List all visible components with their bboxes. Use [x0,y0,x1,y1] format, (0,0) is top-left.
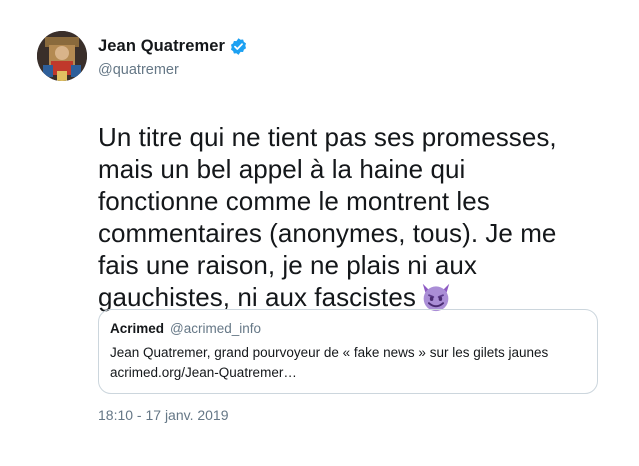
quoted-link[interactable]: acrimed.org/Jean-Quatremer… [110,363,587,383]
tweet-card: Jean Quatremer @quatremer Un titre qui n… [0,0,639,466]
tweet-timestamp[interactable]: 18:10 - 17 janv. 2019 [98,407,229,423]
verified-badge-icon [229,37,248,56]
quoted-tweet[interactable]: Acrimed @acrimed_info Jean Quatremer, gr… [98,309,598,394]
tweet-text-line: commentaires (anonymes, tous). Je me [98,218,557,248]
quoted-author-handle: @acrimed_info [170,321,262,336]
author-avatar[interactable] [37,31,87,81]
quoted-tweet-text: Jean Quatremer, grand pourvoyeur de « fa… [110,343,587,383]
tweet-header: Jean Quatremer @quatremer [37,30,599,82]
tweet-text-line: Un titre qui ne tient pas ses promesses, [98,122,557,152]
tweet-text: Un titre qui ne tient pas ses promesses,… [98,121,598,319]
quoted-author-name: Acrimed [110,321,165,336]
tweet-text-line-content: gauchistes, ni aux fascistes [98,282,416,312]
avatar-image [37,31,87,81]
quoted-text-line: Jean Quatremer, grand pourvoyeur de « fa… [110,345,549,360]
author-display-name[interactable]: Jean Quatremer [98,37,225,56]
author-names: Jean Quatremer @quatremer [98,37,248,78]
author-handle[interactable]: @quatremer [98,62,248,78]
tweet-text-line: fonctionne comme le montrent les [98,186,490,216]
quoted-tweet-header: Acrimed @acrimed_info [110,321,587,336]
tweet-text-line: fais une raison, je ne plais ni aux [98,250,477,280]
tweet-text-line: mais un bel appel à la haine qui [98,154,466,184]
